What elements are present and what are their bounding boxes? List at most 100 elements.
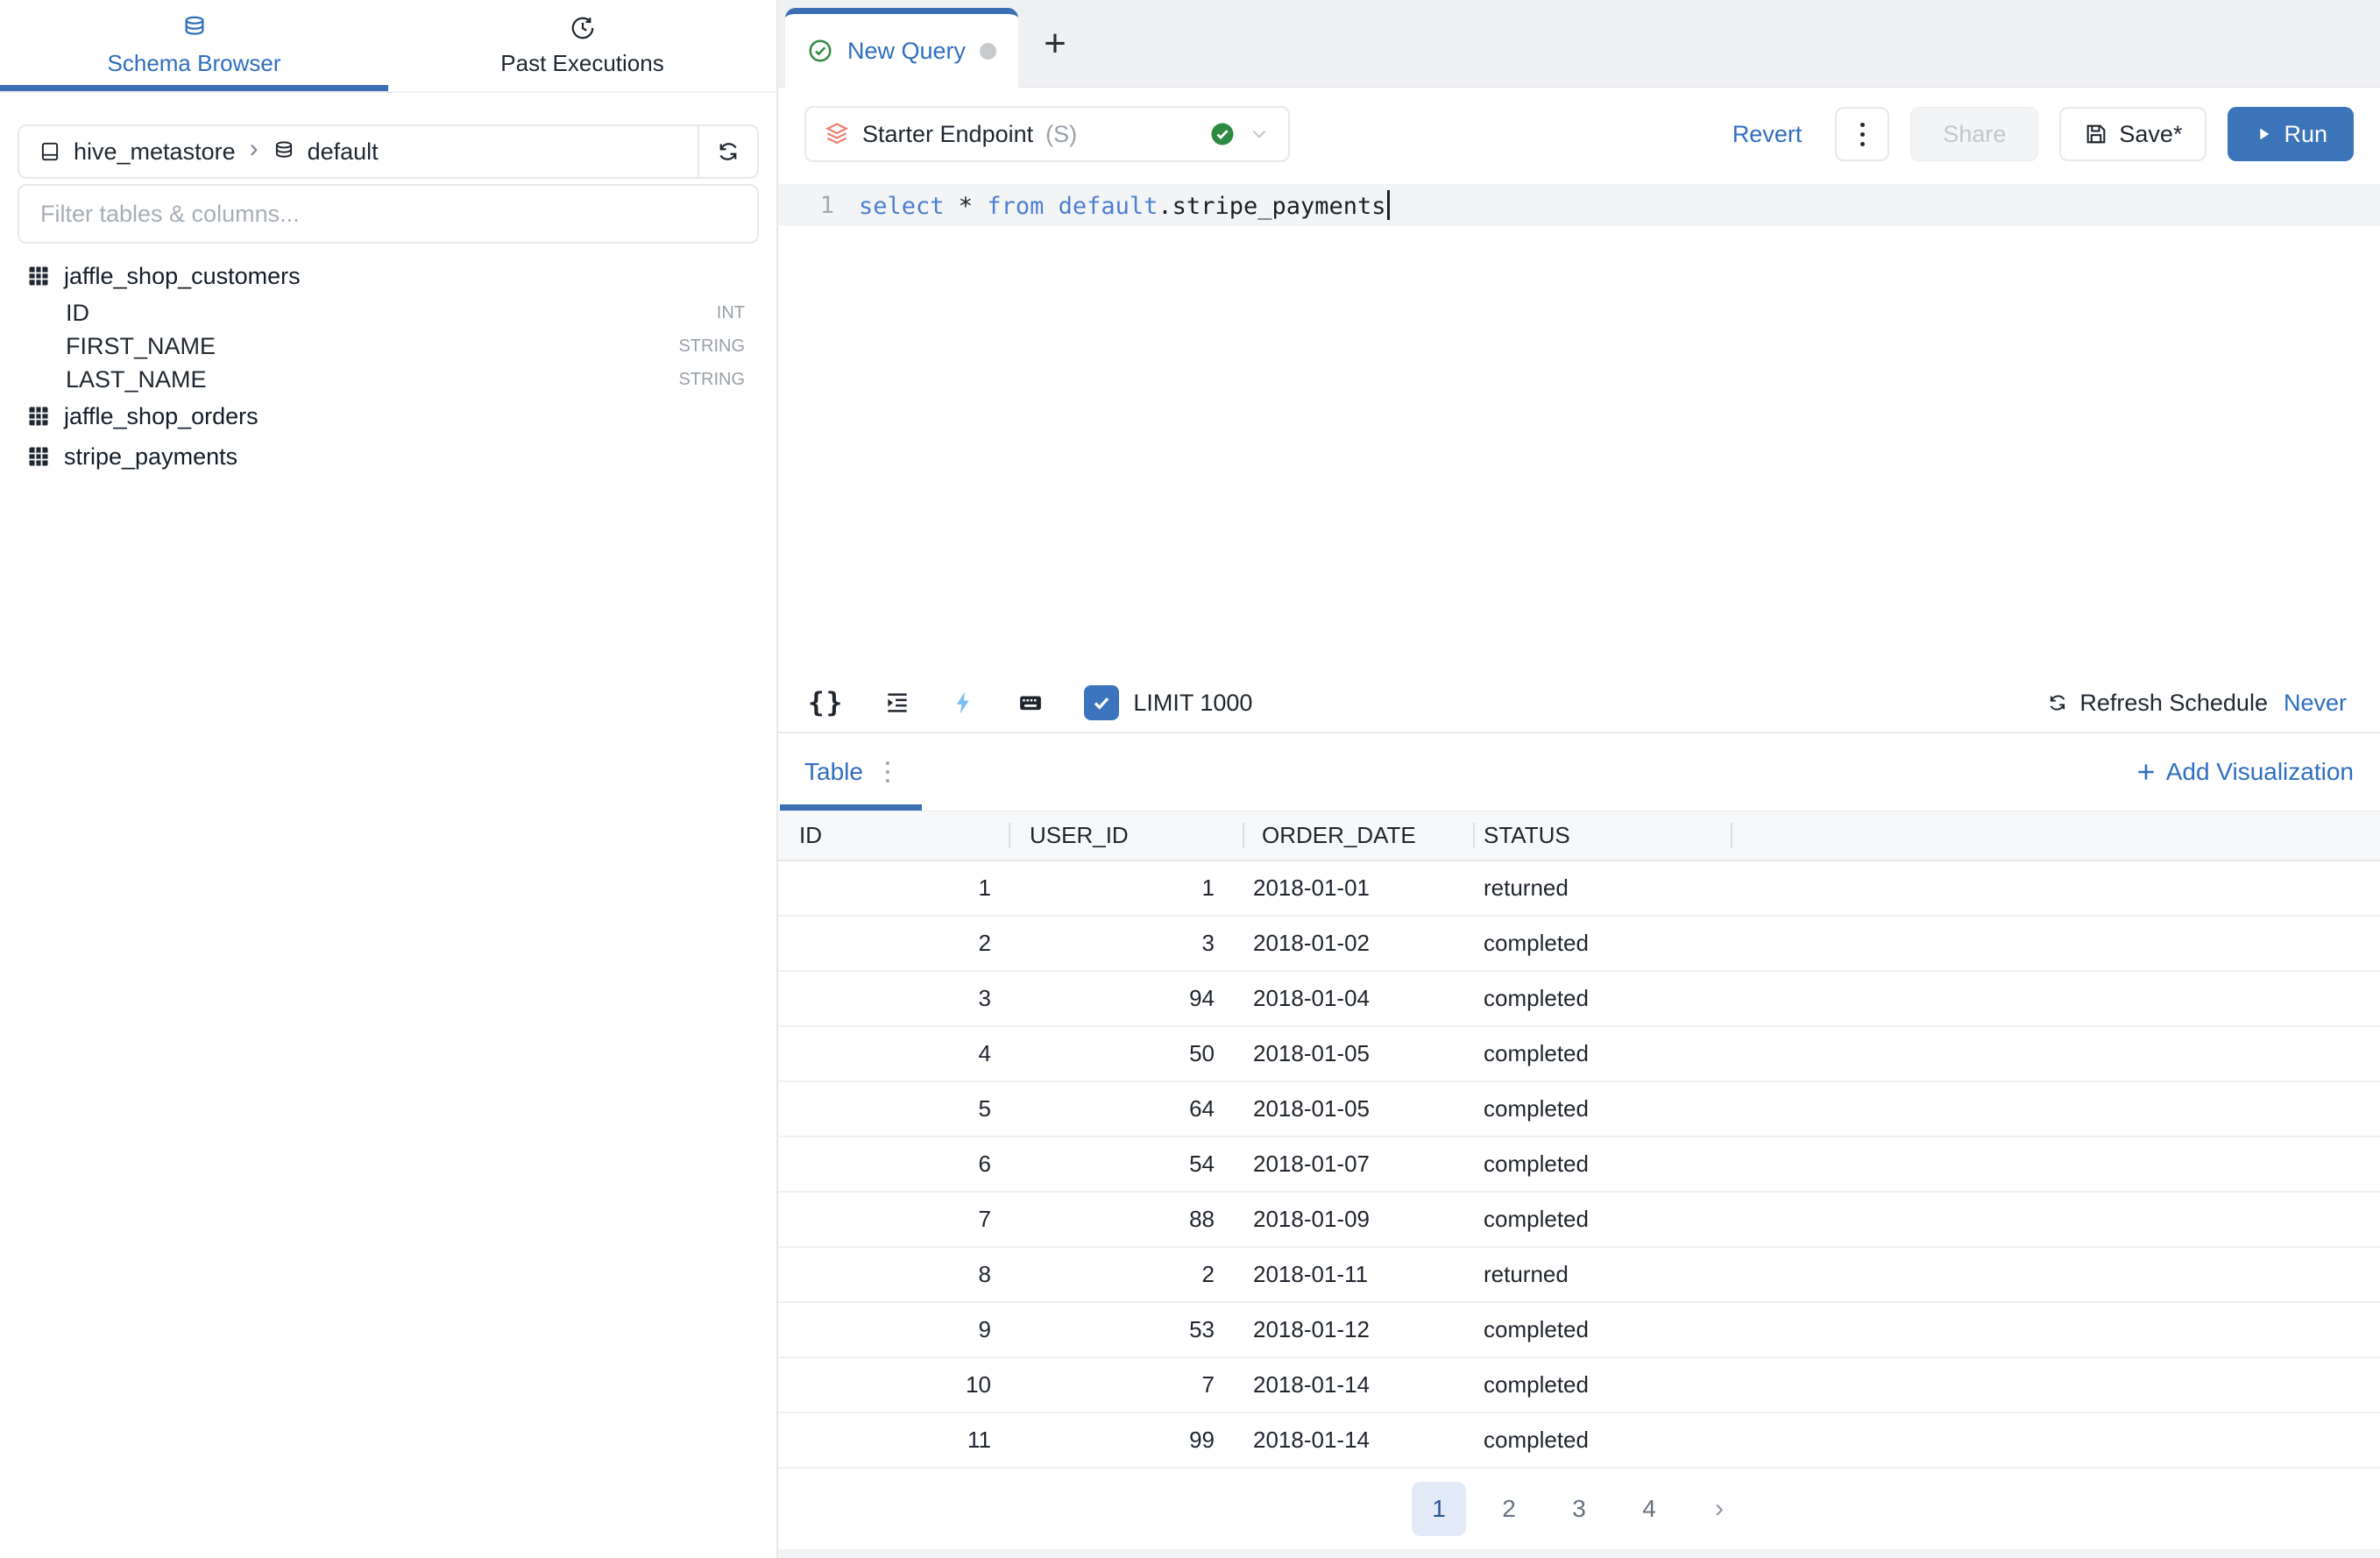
editor-active-line: 1 select * from default.stripe_payments — [778, 184, 2380, 226]
add-visualization-label: Add Visualization — [2166, 758, 2354, 786]
next-page-button[interactable]: › — [1692, 1482, 1746, 1536]
limit-toggle[interactable]: LIMIT 1000 — [1084, 685, 1252, 720]
cell-status: returned — [1473, 875, 1731, 902]
tab-past-executions[interactable]: Past Executions — [388, 0, 776, 91]
sidebar-tabs: Schema Browser Past Executions — [0, 0, 776, 93]
breadcrumb-path: hive_metastore › default — [19, 126, 698, 177]
page-button-4[interactable]: 4 — [1622, 1482, 1676, 1536]
table-name: jaffle_shop_customers — [64, 263, 301, 290]
tree-item-table[interactable]: jaffle_shop_customers — [26, 256, 755, 296]
refresh-schema-button[interactable] — [698, 126, 757, 177]
line-number: 1 — [778, 192, 834, 219]
column-name: FIRST_NAME — [66, 333, 216, 360]
app-root: Schema Browser Past Executions hive_meta… — [0, 0, 2380, 1558]
refresh-icon — [715, 138, 741, 165]
endpoint-status-check-icon — [1209, 121, 1236, 147]
revert-button[interactable]: Revert — [1732, 121, 1803, 148]
sql-text: .stripe_payments — [1158, 193, 1385, 220]
cell-order-date: 2018-01-05 — [1243, 1095, 1473, 1122]
kebab-icon[interactable] — [886, 761, 889, 783]
cell-status: completed — [1473, 1151, 1731, 1178]
cell-id: 9 — [778, 1316, 1009, 1343]
database-icon — [181, 15, 208, 41]
column-header-user-id[interactable]: USER_ID — [1009, 811, 1243, 860]
run-button-label: Run — [2284, 121, 2327, 148]
cell-user-id: 88 — [1009, 1206, 1243, 1233]
cell-status: completed — [1473, 1206, 1731, 1233]
run-button[interactable]: Run — [2228, 107, 2354, 161]
column-type: STRING — [678, 370, 755, 390]
sidebar-tab-label: Past Executions — [500, 50, 663, 77]
cell-id: 8 — [778, 1261, 1009, 1288]
more-actions-button[interactable] — [1835, 107, 1889, 161]
sidebar-tab-label: Schema Browser — [108, 50, 281, 77]
sql-keyword: default — [1059, 193, 1158, 220]
add-visualization-button[interactable]: Add Visualization — [2135, 758, 2354, 786]
tree-item-column[interactable]: FIRST_NAME STRING — [26, 329, 755, 363]
page-button-3[interactable]: 3 — [1552, 1482, 1606, 1536]
breadcrumb-catalog[interactable]: hive_metastore — [74, 138, 236, 166]
cell-status: completed — [1473, 930, 1731, 957]
column-header-id[interactable]: ID — [778, 811, 1009, 860]
new-tab-button[interactable]: + — [1018, 0, 1092, 87]
cell-id: 1 — [778, 875, 1009, 902]
filter-input[interactable] — [40, 201, 736, 228]
cell-order-date: 2018-01-07 — [1243, 1151, 1473, 1178]
play-icon — [2254, 124, 2273, 144]
tree-item-table[interactable]: jaffle_shop_orders — [26, 396, 755, 436]
tree-item-table[interactable]: stripe_payments — [26, 436, 755, 477]
endpoint-selector[interactable]: Starter Endpoint (S) — [804, 106, 1290, 162]
refresh-schedule-value-link[interactable]: Never — [2284, 690, 2347, 717]
tree-item-column[interactable]: ID INT — [26, 296, 755, 329]
cell-order-date: 2018-01-11 — [1243, 1261, 1473, 1288]
table-row: 7882018-01-09completed — [778, 1193, 2380, 1248]
endpoint-stack-icon — [824, 121, 850, 147]
refresh-schedule-icon — [2046, 691, 2069, 714]
tab-new-query[interactable]: New Query — [785, 8, 1018, 88]
chevron-right-icon: › — [248, 136, 260, 167]
cell-user-id: 2 — [1009, 1261, 1243, 1288]
cell-id: 5 — [778, 1095, 1009, 1122]
table-row: 6542018-01-07completed — [778, 1137, 2380, 1193]
cell-user-id: 1 — [1009, 875, 1243, 902]
plus-icon — [2135, 761, 2157, 783]
table-grid-icon — [26, 444, 51, 469]
breadcrumb-schema[interactable]: default — [308, 138, 379, 166]
cell-order-date: 2018-01-12 — [1243, 1316, 1473, 1343]
cell-status: completed — [1473, 1316, 1731, 1343]
share-button[interactable]: Share — [1910, 107, 2038, 161]
cell-order-date: 2018-01-05 — [1243, 1040, 1473, 1067]
page-button-2[interactable]: 2 — [1482, 1482, 1536, 1536]
tab-schema-browser[interactable]: Schema Browser — [0, 0, 388, 91]
table-name: stripe_payments — [64, 443, 237, 471]
query-editor-panel: New Query + Starter Endpoint (S) — [778, 0, 2380, 1558]
history-clock-icon — [570, 15, 596, 41]
format-braces-icon[interactable] — [808, 687, 844, 719]
table-name: jaffle_shop_orders — [64, 403, 259, 430]
save-button-label: Save* — [2119, 121, 2182, 148]
results-table-body: 112018-01-01returned 232018-01-02complet… — [778, 861, 2380, 1469]
pagination: 1 2 3 4 › — [778, 1469, 2380, 1549]
tree-item-column[interactable]: LAST_NAME STRING — [26, 363, 755, 396]
page-button-1[interactable]: 1 — [1412, 1482, 1466, 1536]
table-row: 3942018-01-04completed — [778, 972, 2380, 1027]
kebab-icon — [1860, 123, 1865, 146]
indent-icon[interactable] — [884, 690, 910, 716]
cell-id: 10 — [778, 1371, 1009, 1399]
column-header-order-date[interactable]: ORDER_DATE — [1243, 811, 1473, 860]
limit-checkbox[interactable] — [1084, 685, 1119, 720]
sql-code: select * from default.stripe_payments — [859, 190, 1390, 220]
save-button[interactable]: Save* — [2059, 107, 2206, 161]
refresh-schedule-label: Refresh Schedule — [2079, 690, 2268, 717]
keyboard-shortcuts-icon[interactable] — [1017, 690, 1044, 716]
sql-editor[interactable]: 1 select * from default.stripe_payments — [778, 181, 2380, 674]
table-row: 112018-01-01returned — [778, 861, 2380, 917]
table-row: 822018-01-11returned — [778, 1248, 2380, 1303]
column-header-status[interactable]: STATUS — [1473, 811, 1731, 860]
tab-table-visualization[interactable]: Table — [804, 758, 889, 786]
cell-status: completed — [1473, 1427, 1731, 1454]
lightning-icon[interactable] — [951, 690, 977, 716]
table-row: 11992018-01-14completed — [778, 1413, 2380, 1469]
table-grid-icon — [26, 404, 51, 428]
cell-id: 7 — [778, 1206, 1009, 1233]
